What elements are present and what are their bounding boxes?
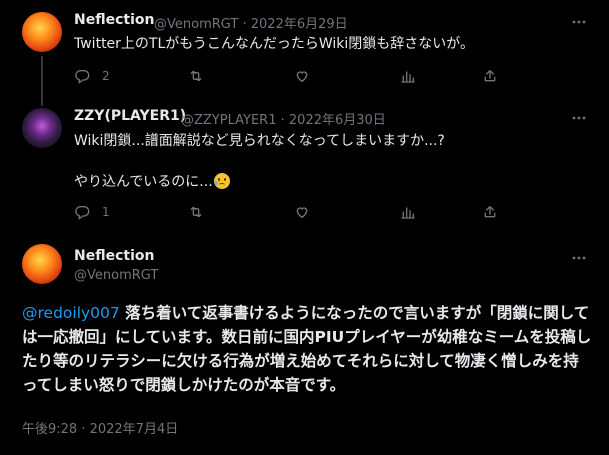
heart-icon bbox=[296, 71, 308, 83]
retweet-button[interactable] bbox=[188, 202, 204, 222]
tweet-1[interactable]: Neflection @VenomRGT · 2022年6月29日 Twitte… bbox=[0, 0, 609, 106]
reply-button[interactable]: 2 bbox=[74, 66, 110, 86]
analytics-button[interactable] bbox=[400, 202, 416, 222]
tweet-text: Twitter上のTLがもうこんなんだったらWiki閉鎖も辞さないが。 bbox=[74, 36, 474, 52]
reply-count: 1 bbox=[102, 205, 110, 219]
tweet-date[interactable]: 2022年6月30日 bbox=[289, 113, 386, 128]
separator: · bbox=[280, 113, 285, 128]
avatar[interactable] bbox=[22, 12, 62, 52]
more-dots-icon bbox=[572, 116, 586, 120]
separator: · bbox=[242, 17, 247, 32]
mention-link[interactable]: @redoily007 bbox=[22, 304, 120, 322]
analytics-button[interactable] bbox=[400, 66, 416, 86]
reply-icon bbox=[75, 206, 90, 220]
display-name[interactable]: ZZY(PLAYER1) bbox=[74, 108, 186, 124]
action-bar: 2 bbox=[74, 66, 514, 86]
tweet-meta: @ZZYPLAYER1 · 2022年6月30日 bbox=[181, 109, 386, 128]
like-button[interactable] bbox=[294, 202, 310, 222]
avatar[interactable] bbox=[22, 108, 62, 148]
share-icon bbox=[484, 70, 496, 82]
tweet-date[interactable]: 2022年6月29日 bbox=[251, 17, 348, 32]
share-button[interactable] bbox=[482, 202, 498, 222]
handle[interactable]: @ZZYPLAYER1 bbox=[181, 113, 276, 128]
more-button[interactable] bbox=[571, 110, 587, 126]
retweet-icon bbox=[190, 70, 202, 82]
tweet-2[interactable]: ZZY(PLAYER1) @ZZYPLAYER1 · 2022年6月30日 Wi… bbox=[0, 96, 609, 230]
handle[interactable]: @VenomRGT bbox=[154, 17, 238, 32]
more-button[interactable] bbox=[571, 250, 587, 266]
analytics-icon bbox=[401, 207, 415, 219]
main-tweet-text: @redoily007 落ち着いて返事書けるようになったので言いますが「閉鎖に関… bbox=[22, 301, 592, 397]
tweet-text-line-1: Wiki閉鎖...譜面解説など見られなくなってしまいますか...? bbox=[74, 133, 445, 149]
display-name[interactable]: Neflection bbox=[74, 248, 154, 264]
more-button[interactable] bbox=[571, 14, 587, 30]
reply-button[interactable]: 1 bbox=[74, 202, 110, 222]
tweet-text-line-2: やり込んでいるのに... bbox=[74, 172, 230, 192]
heart-icon bbox=[296, 207, 308, 219]
handle[interactable]: @VenomRGT bbox=[74, 268, 158, 283]
sad-tear-face-emoji bbox=[213, 173, 230, 189]
retweet-button[interactable] bbox=[188, 66, 204, 86]
reply-count: 2 bbox=[102, 69, 110, 83]
share-icon bbox=[484, 206, 496, 218]
action-bar: 1 bbox=[74, 202, 514, 222]
retweet-icon bbox=[190, 206, 202, 218]
like-button[interactable] bbox=[294, 66, 310, 86]
more-dots-icon bbox=[572, 20, 586, 24]
reply-icon bbox=[75, 70, 90, 84]
analytics-icon bbox=[401, 71, 415, 83]
display-name[interactable]: Neflection bbox=[74, 12, 154, 28]
tweet-meta: @VenomRGT · 2022年6月29日 bbox=[154, 13, 348, 32]
timestamp[interactable]: 午後9:28 · 2022年7月4日 bbox=[22, 418, 178, 437]
more-dots-icon bbox=[572, 256, 586, 260]
avatar[interactable] bbox=[22, 244, 62, 284]
share-button[interactable] bbox=[482, 66, 498, 86]
